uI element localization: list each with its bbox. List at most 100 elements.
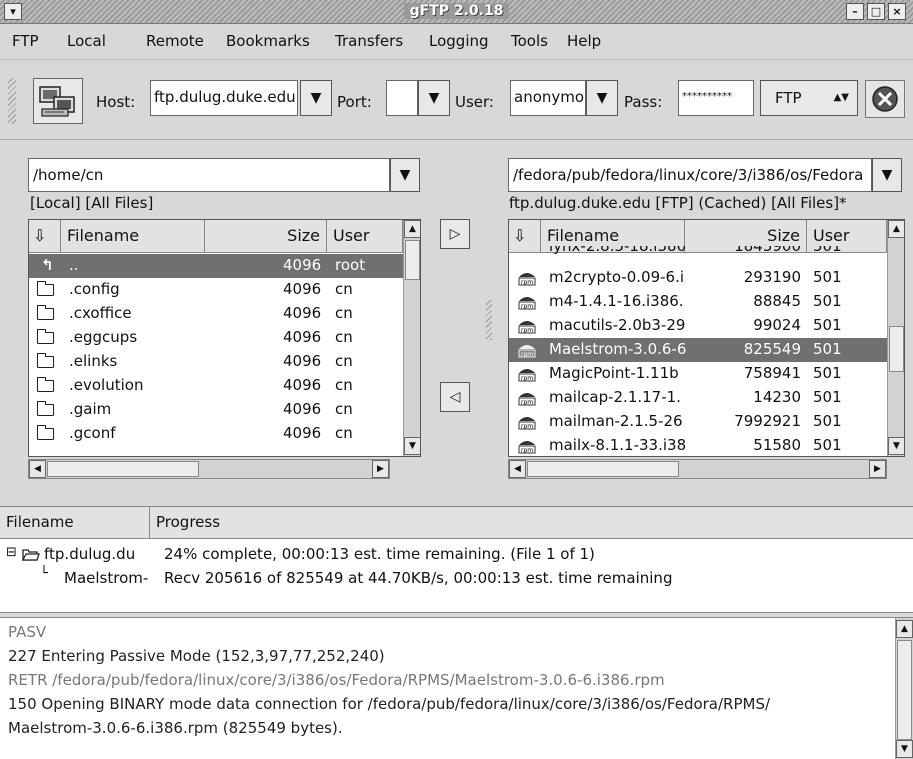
protocol-select[interactable]: FTP ▲▼ — [760, 80, 858, 116]
local-file-list[interactable]: ⇩ Filename Size User ↰ .. 4096 root .con… — [28, 219, 421, 457]
transfer-file-name[interactable]: Maelstrom- — [64, 569, 152, 587]
menu-bookmarks[interactable]: Bookmarks — [226, 32, 310, 50]
log-line: Maelstrom-3.0.6-6.i386.rpm (825549 bytes… — [8, 719, 343, 737]
transfers-header-progress[interactable]: Progress — [150, 507, 913, 539]
local-row[interactable]: .evolution 4096 cn — [29, 374, 403, 398]
log-line: RETR /fedora/pub/fedora/linux/core/3/i38… — [8, 671, 665, 689]
log-line: 227 Entering Passive Mode (152,3,97,77,2… — [8, 647, 385, 665]
local-header-filename[interactable]: Filename — [61, 220, 205, 253]
remote-row[interactable]: rpm mailman-2.1.5-26 7992921 501 — [509, 410, 887, 434]
remote-horizontal-scrollbar[interactable]: ◀ ▶ — [508, 459, 887, 479]
scroll-up-icon[interactable]: ▲ — [888, 220, 904, 238]
stop-button[interactable] — [865, 80, 905, 118]
scroll-right-icon[interactable]: ▶ — [869, 460, 886, 478]
download-button[interactable]: ◁ — [440, 382, 470, 412]
remote-filename: Maelstrom-3.0.6-6 — [549, 340, 687, 358]
title-bar[interactable]: ▾ gFTP 2.0.18 – □ × — [0, 0, 913, 24]
scroll-up-icon[interactable]: ▲ — [896, 620, 913, 638]
scroll-thumb[interactable] — [527, 461, 679, 477]
local-row[interactable]: .gconf 4096 cn — [29, 422, 403, 446]
menu-help[interactable]: Help — [567, 32, 601, 50]
pane-resize-grip[interactable] — [486, 300, 492, 340]
scroll-down-icon[interactable]: ▼ — [404, 437, 420, 455]
maximize-button[interactable]: □ — [867, 3, 885, 20]
remote-row[interactable]: rpm mailcap-2.1.17-1. 14230 501 — [509, 386, 887, 410]
local-user: cn — [335, 304, 353, 322]
host-input[interactable]: ftp.dulug.duke.edu — [150, 80, 298, 116]
remote-user: 501 — [813, 292, 842, 310]
sort-column-header[interactable]: ⇩ — [29, 220, 61, 253]
rpm-package-icon: rpm — [518, 369, 536, 382]
local-row[interactable]: .elinks 4096 cn — [29, 350, 403, 374]
remote-file-list[interactable]: ⇩ Filename Size User lynx-2.8.5-18.i386 … — [508, 219, 905, 457]
remote-row[interactable]: rpm m4-1.4.1-16.i386. 88845 501 — [509, 290, 887, 314]
port-history-dropdown[interactable]: ▼ — [418, 80, 450, 116]
transfer-host-name[interactable]: ftp.dulug.du — [44, 545, 152, 563]
local-size: 4096 — [283, 256, 322, 274]
scroll-up-icon[interactable]: ▲ — [404, 220, 420, 238]
local-row[interactable]: .cxoffice 4096 cn — [29, 302, 403, 326]
remote-row[interactable]: rpm macutils-2.0b3-29 99024 501 — [509, 314, 887, 338]
menu-logging[interactable]: Logging — [429, 32, 489, 50]
transfers-header-filename[interactable]: Filename — [0, 507, 150, 539]
local-user: cn — [335, 280, 353, 298]
log-panel[interactable]: PASV 227 Entering Passive Mode (152,3,97… — [0, 617, 913, 759]
local-row[interactable]: .config 4096 cn — [29, 278, 403, 302]
user-history-dropdown[interactable]: ▼ — [586, 80, 618, 116]
svg-text:rpm: rpm — [521, 423, 533, 430]
remote-row[interactable]: rpm MagicPoint-1.11b 758941 501 — [509, 362, 887, 386]
toolbar-grip[interactable] — [8, 78, 16, 124]
connect-button[interactable] — [33, 78, 83, 124]
local-path-input[interactable]: /home/cn — [28, 158, 390, 192]
remote-row[interactable]: rpm mailx-8.1.1-33.i38 51580 501 — [509, 434, 887, 456]
remote-path-dropdown[interactable]: ▼ — [872, 158, 902, 192]
remote-path-input[interactable]: /fedora/pub/fedora/linux/core/3/i386/os/… — [508, 158, 872, 192]
upload-button[interactable]: ▷ — [440, 219, 470, 249]
scroll-left-icon[interactable]: ◀ — [509, 460, 526, 478]
remote-row[interactable]: lynx-2.8.5-18.i386 1845900 501 — [509, 246, 887, 260]
local-row[interactable]: .eggcups 4096 cn — [29, 326, 403, 350]
scroll-thumb[interactable] — [405, 240, 420, 280]
menu-remote[interactable]: Remote — [146, 32, 204, 50]
minimize-button[interactable]: – — [846, 3, 864, 20]
local-filename: .gaim — [69, 400, 112, 418]
host-history-dropdown[interactable]: ▼ — [300, 80, 332, 116]
scroll-left-icon[interactable]: ◀ — [29, 460, 46, 478]
menu-local[interactable]: Local — [67, 32, 106, 50]
local-header-size[interactable]: Size — [205, 220, 327, 253]
remote-user: 501 — [813, 246, 842, 255]
log-vertical-scrollbar[interactable]: ▲ ▼ — [895, 618, 913, 759]
local-header-user[interactable]: User — [327, 220, 403, 253]
close-window-button[interactable]: × — [888, 3, 906, 20]
scroll-right-icon[interactable]: ▶ — [372, 460, 389, 478]
remote-row[interactable]: rpm Maelstrom-3.0.6-6 825549 501 — [509, 338, 887, 362]
remote-vertical-scrollbar[interactable]: ▲ ▼ — [887, 220, 904, 456]
port-input[interactable] — [386, 80, 418, 116]
local-user: cn — [335, 424, 353, 442]
user-input[interactable]: anonymous — [510, 80, 586, 116]
scroll-thumb[interactable] — [889, 326, 904, 372]
remote-filename: m4-1.4.1-16.i386. — [549, 292, 684, 310]
chevron-down-icon: ▼ — [596, 90, 608, 106]
local-path-dropdown[interactable]: ▼ — [390, 158, 420, 192]
menu-ftp[interactable]: FTP — [12, 32, 39, 50]
local-vertical-scrollbar[interactable]: ▲ ▼ — [403, 220, 420, 456]
remote-row[interactable]: rpm m2crypto-0.09-6.i 293190 501 — [509, 266, 887, 290]
menu-transfers[interactable]: Transfers — [335, 32, 403, 50]
scroll-down-icon[interactable]: ▼ — [896, 740, 913, 758]
scroll-down-icon[interactable]: ▼ — [888, 437, 904, 455]
local-row[interactable]: ↰ .. 4096 root — [29, 254, 403, 278]
local-horizontal-scrollbar[interactable]: ◀ ▶ — [28, 459, 390, 479]
scroll-thumb[interactable] — [47, 461, 199, 477]
remote-filename: mailman-2.1.5-26 — [549, 412, 683, 430]
password-input[interactable]: ********** — [678, 80, 754, 116]
menu-tools[interactable]: Tools — [511, 32, 548, 50]
scroll-thumb[interactable] — [897, 640, 912, 740]
transfers-panel[interactable]: Filename Progress ⊟ ftp.dulug.du 24% com… — [0, 506, 913, 613]
tree-collapse-icon[interactable]: ⊟ — [6, 545, 17, 560]
remote-filename: MagicPoint-1.11b — [549, 364, 679, 382]
svg-text:rpm: rpm — [521, 399, 533, 406]
rpm-package-icon: rpm — [518, 345, 536, 358]
svg-text:rpm: rpm — [521, 279, 533, 286]
local-row[interactable]: .gaim 4096 cn — [29, 398, 403, 422]
